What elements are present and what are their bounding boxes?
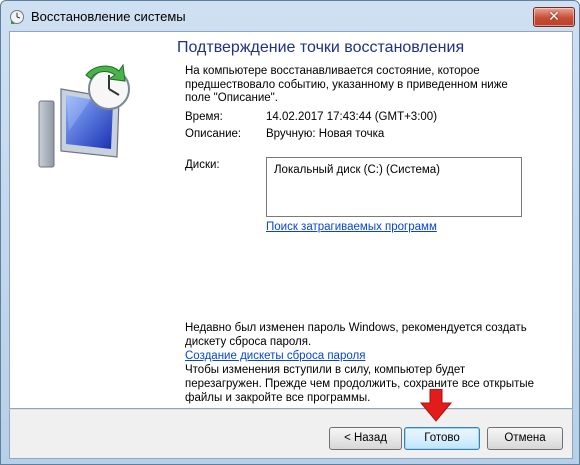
title-bar[interactable]: Восстановление системы ✕ — [1, 1, 579, 31]
disks-label: Диски: — [185, 159, 220, 171]
description-label: Описание: — [185, 128, 242, 140]
system-restore-icon — [10, 10, 24, 24]
create-password-reset-disk-link[interactable]: Создание дискеты сброса пароля — [185, 350, 365, 362]
close-icon: ✕ — [548, 9, 560, 25]
intro-text: На компьютере восстанавливается состояни… — [185, 65, 508, 104]
disk-item[interactable]: Локальный диск (C:) (Система) — [274, 164, 440, 176]
red-arrow-down-icon — [419, 389, 453, 422]
page-title: Подтверждение точки восстановления — [177, 39, 465, 56]
time-value: 14.02.2017 17:43:44 (GMT+3:00) — [266, 111, 438, 123]
close-button[interactable]: ✕ — [533, 7, 575, 27]
password-notice-text: Недавно был изменен пароль Windows, реко… — [185, 322, 527, 348]
description-value: Вручную: Новая точка — [266, 128, 385, 140]
window-title: Восстановление системы — [31, 9, 186, 24]
cancel-button[interactable]: Отмена — [487, 427, 563, 450]
password-notice: Недавно был изменен пароль Windows, реко… — [185, 321, 530, 363]
finish-button[interactable]: Готово — [404, 427, 480, 450]
disks-list[interactable]: Локальный диск (C:) (Система) — [266, 157, 522, 217]
back-button[interactable]: < Назад — [329, 427, 402, 450]
scan-affected-programs-link[interactable]: Поиск затрагиваемых программ — [266, 221, 437, 233]
system-restore-window: Восстановление системы ✕ Подтверждение т… — [0, 0, 580, 465]
restart-notice: Чтобы изменения вступили в силу, компьют… — [185, 364, 535, 404]
time-label: Время: — [185, 111, 223, 123]
system-restore-clock-monitor-icon — [38, 63, 130, 168]
